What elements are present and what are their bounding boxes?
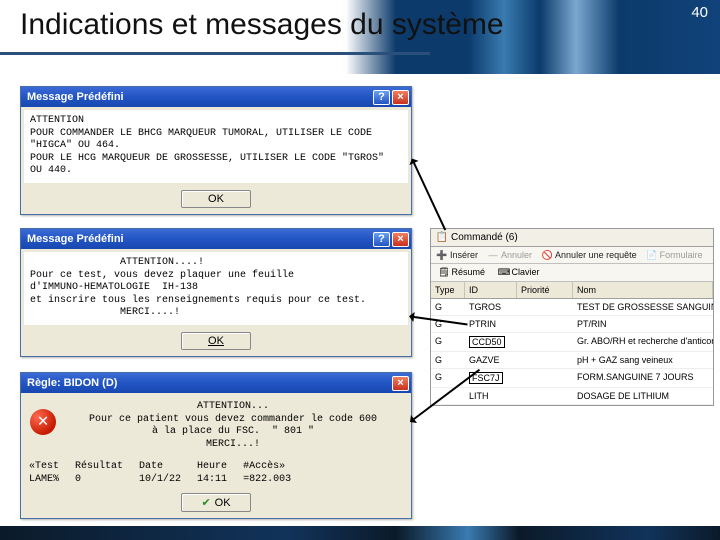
col-priority[interactable]: Priorité [517, 282, 573, 298]
dialog-predefined-1: Message Prédéfini ? × ATTENTION POUR COM… [20, 86, 412, 215]
panel-tab[interactable]: 📋 Commandé (6) [431, 229, 713, 247]
toolbar-insert[interactable]: ➕ Insérer [437, 250, 478, 260]
titlebar-text: Message Prédéfini [27, 233, 124, 245]
table-row[interactable]: GTGROSTEST DE GROSSESSE SANGUIN [431, 299, 713, 316]
sub-summary[interactable]: 🗒 Résumé [439, 267, 485, 278]
title-underline [0, 52, 430, 55]
keyboard-icon: ⌨ [499, 268, 509, 278]
dialog-body: ATTENTION....! Pour ce test, vous devez … [24, 252, 408, 325]
col-type[interactable]: Type [431, 282, 465, 298]
toolbar-cancel[interactable]: — Annuler [488, 250, 532, 260]
clipboard-icon: 📋 [437, 233, 447, 243]
ok-button[interactable]: ✔OK [181, 493, 251, 512]
col-id[interactable]: ID [465, 282, 517, 298]
dialog-message: ATTENTION... Pour ce patient vous devez … [64, 401, 402, 451]
table-row[interactable]: GGAZVEpH + GAZ sang veineux [431, 352, 713, 369]
ok-button[interactable]: OK [181, 190, 251, 208]
check-icon: ✔ [201, 497, 210, 509]
toolbar-form[interactable]: 📄 Formulaire [647, 250, 703, 260]
error-icon: ✕ [30, 409, 56, 435]
minus-icon: — [488, 250, 498, 260]
help-icon[interactable]: ? [373, 90, 390, 105]
sub-keyboard[interactable]: ⌨ Clavier [499, 267, 540, 278]
list-body: GTGROSTEST DE GROSSESSE SANGUINGPTRINPT/… [431, 299, 713, 405]
order-panel: 📋 Commandé (6) ➕ Insérer — Annuler 🚫 Ann… [430, 228, 714, 406]
arrow [413, 163, 446, 231]
table-row[interactable]: LITHDOSAGE DE LITHIUM [431, 388, 713, 405]
dialog-predefined-2: Message Prédéfini ? × ATTENTION....! Pou… [20, 228, 412, 357]
close-icon[interactable]: × [392, 90, 409, 105]
titlebar[interactable]: Message Prédéfini ? × [21, 87, 411, 107]
toolbar-cancel-request[interactable]: 🚫 Annuler une requête [542, 250, 637, 260]
tab-label: Commandé (6) [451, 232, 518, 243]
dialog-body: ATTENTION POUR COMMANDER LE BHCG MARQUEU… [24, 110, 408, 183]
col-name[interactable]: Nom [573, 282, 713, 298]
table-row[interactable]: GCCD50Gr. ABO/RH et recherche d'anticorp… [431, 333, 713, 352]
page-title: Indications et messages du système [20, 8, 504, 42]
page-number: 40 [691, 4, 708, 21]
close-icon[interactable]: × [392, 232, 409, 247]
regle-table: «Test Résultat Date Heure #Accès» LAME% … [27, 459, 307, 487]
cancel-request-icon: 🚫 [542, 250, 552, 260]
panel-toolbar: ➕ Insérer — Annuler 🚫 Annuler une requêt… [431, 247, 713, 264]
summary-icon: 🗒 [439, 268, 449, 278]
titlebar-text: Message Prédéfini [27, 91, 124, 103]
list-header: Type ID Priorité Nom [431, 282, 713, 299]
table-row: LAME% 0 10/1/22 14:11 =822.003 [29, 474, 305, 485]
ok-button[interactable]: OK [181, 332, 251, 350]
help-icon[interactable]: ? [373, 232, 390, 247]
titlebar-text: Règle: BIDON (D) [27, 377, 117, 389]
titlebar[interactable]: Message Prédéfini ? × [21, 229, 411, 249]
dialog-regle: Règle: BIDON (D) × ✕ ATTENTION... Pour c… [20, 372, 412, 519]
plus-icon: ➕ [437, 250, 447, 260]
dialog-body: ✕ ATTENTION... Pour ce patient vous deve… [24, 396, 408, 456]
footer-band [0, 526, 720, 540]
form-icon: 📄 [647, 250, 657, 260]
close-icon[interactable]: × [392, 376, 409, 391]
table-row[interactable]: GPTRINPT/RIN [431, 316, 713, 333]
panel-sub-toolbar: 🗒 Résumé ⌨ Clavier [431, 264, 713, 282]
titlebar[interactable]: Règle: BIDON (D) × [21, 373, 411, 393]
table-row: «Test Résultat Date Heure #Accès» [29, 461, 305, 472]
